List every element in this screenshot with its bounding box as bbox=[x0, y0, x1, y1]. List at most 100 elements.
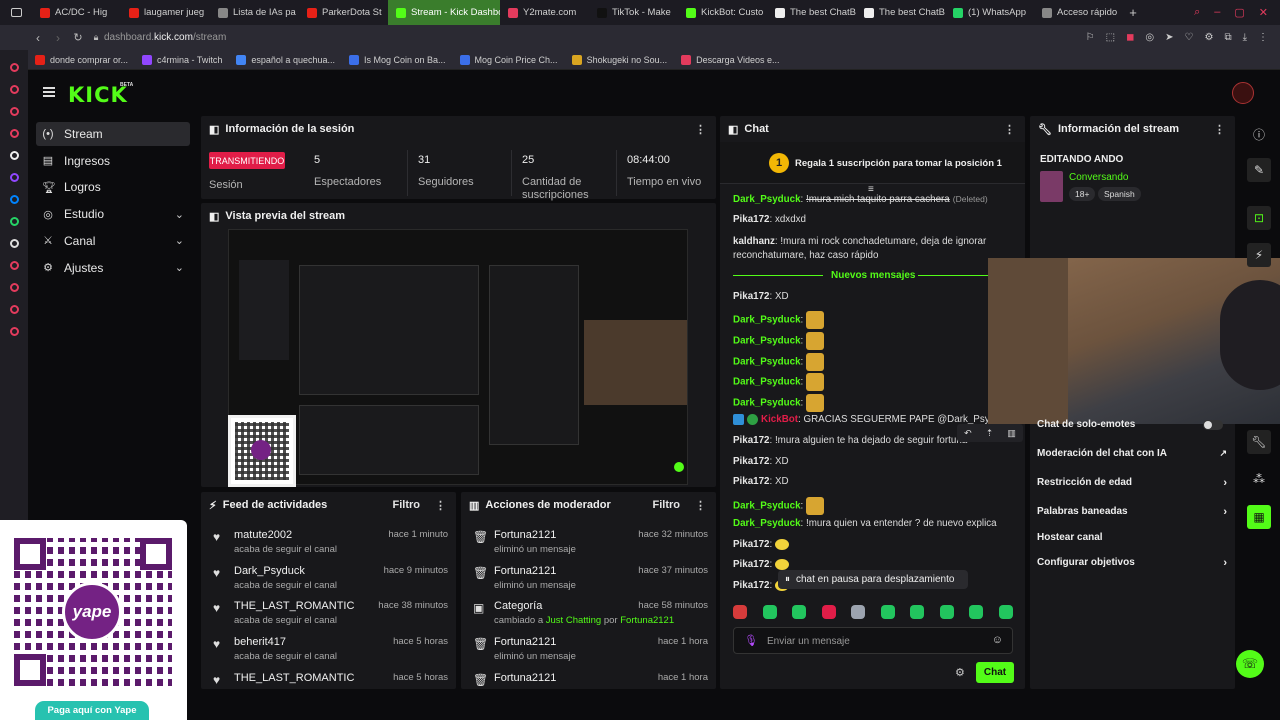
reload-icon[interactable]: ↻ bbox=[68, 31, 88, 44]
pocket-icon[interactable]: ◼ bbox=[1126, 32, 1134, 43]
bookmark-item[interactable]: Shokugeki no Sou... bbox=[565, 54, 675, 65]
chat-input[interactable]: 🎙︎ Enviar un mensaje ☺ bbox=[733, 627, 1013, 654]
stream-setting-row[interactable]: Palabras baneadas › bbox=[1037, 506, 1227, 518]
browser-tab[interactable]: AC/DC - Hig bbox=[32, 0, 121, 25]
chat-message[interactable]: Pika172: xdxdxd bbox=[733, 214, 806, 225]
chat-username[interactable]: Pika172 bbox=[733, 435, 770, 446]
sidebar-item-ingresos[interactable]: ▤ Ingresos bbox=[36, 149, 190, 173]
browser-tab[interactable]: The best ChatB bbox=[856, 0, 945, 25]
chat-username[interactable]: Pika172 bbox=[733, 291, 770, 302]
sidebar-app-icon[interactable] bbox=[9, 305, 19, 314]
sidebar-item-ajustes[interactable]: ⚙ Ajustes ⌄ bbox=[36, 256, 190, 280]
sidebar-app-icon[interactable] bbox=[9, 85, 19, 94]
chat-message[interactable]: Dark_Psyduck: bbox=[733, 311, 824, 329]
quick-emote-icon[interactable] bbox=[969, 605, 984, 619]
heart-icon[interactable]: ♡ bbox=[1185, 32, 1194, 43]
activity-user[interactable]: Dark_Psyduck bbox=[234, 565, 305, 577]
quick-emote-icon[interactable] bbox=[733, 605, 747, 619]
chat-message[interactable]: Pika172: !mura alguien te ha dejado de s… bbox=[733, 435, 967, 446]
stream-setting-row[interactable]: Restricción de edad › bbox=[1037, 477, 1227, 489]
bookmark-item[interactable]: c4rmina - Twitch bbox=[135, 54, 229, 65]
microphone-icon[interactable]: 🎙︎ bbox=[744, 634, 758, 647]
chat-message[interactable]: Pika172: XD bbox=[733, 456, 789, 467]
chat-username[interactable]: Dark_Psyduck bbox=[733, 336, 801, 347]
close-icon[interactable]: ✕ bbox=[1259, 6, 1268, 19]
sidebar-item-estudio[interactable]: ◎ Estudio ⌄ bbox=[36, 202, 190, 226]
share-tool-icon[interactable]: ⁂ bbox=[1247, 467, 1271, 491]
capture-tool-icon[interactable]: ⊡ bbox=[1247, 206, 1271, 230]
category-link[interactable]: Just Chatting bbox=[546, 615, 601, 626]
moderator-filter-button[interactable]: Filtro bbox=[653, 499, 681, 511]
bookmark-item[interactable]: Mog Coin Price Ch... bbox=[453, 54, 565, 65]
bolt-tool-icon[interactable]: ⚡︎ bbox=[1247, 243, 1271, 267]
forward-icon[interactable]: › bbox=[48, 31, 68, 45]
chat-message[interactable]: Pika172: bbox=[733, 539, 789, 550]
bookmark-item[interactable]: Is Mog Coin on Ba... bbox=[342, 54, 453, 65]
browser-tab[interactable]: ParkerDota St bbox=[299, 0, 388, 25]
quick-emote-icon[interactable] bbox=[939, 605, 954, 619]
camera-icon[interactable]: ◎ bbox=[1145, 32, 1154, 43]
browser-tab[interactable]: KickBot: Custo bbox=[678, 0, 767, 25]
extensions-icon[interactable]: ⧉ bbox=[1224, 32, 1231, 43]
bookmark-icon[interactable]: ⚐ bbox=[1086, 32, 1095, 43]
quick-emote-icon[interactable] bbox=[851, 605, 866, 619]
messenger-sidebar-icon[interactable] bbox=[9, 195, 19, 204]
send-icon[interactable]: ➤ bbox=[1165, 32, 1173, 43]
sidebar-app-icon[interactable] bbox=[9, 283, 19, 292]
chat-username[interactable]: Pika172 bbox=[733, 580, 770, 591]
activity-user[interactable]: beherit417 bbox=[234, 636, 286, 648]
sidebar-item-canal[interactable]: ⚔ Canal ⌄ bbox=[36, 229, 190, 253]
browser-tab[interactable]: laugamer jueg bbox=[121, 0, 210, 25]
chat-username[interactable]: Dark_Psyduck bbox=[733, 315, 801, 326]
browser-tab[interactable]: The best ChatB bbox=[767, 0, 856, 25]
chat-message[interactable]: Dark_Psyduck: bbox=[733, 353, 824, 371]
hamburger-menu-icon[interactable] bbox=[43, 87, 55, 97]
activity-user[interactable]: THE_LAST_ROMANTIC bbox=[234, 600, 354, 612]
chevron-down-icon[interactable]: ⌄ bbox=[175, 208, 184, 221]
chat-message[interactable]: Dark_Psyduck: bbox=[733, 332, 824, 350]
chevron-down-icon[interactable]: ⌄ bbox=[175, 234, 184, 247]
category-link[interactable]: Conversando bbox=[1069, 172, 1128, 183]
chat-username[interactable]: Pika172 bbox=[733, 559, 770, 570]
moderator-menu-icon[interactable]: ⋮ bbox=[695, 499, 706, 512]
kick-logo[interactable]: KICK bbox=[68, 83, 128, 107]
avatar[interactable] bbox=[1232, 82, 1254, 104]
download-icon[interactable]: ⤓ bbox=[1243, 32, 1247, 43]
browser-tab[interactable]: TikTok - Make bbox=[589, 0, 678, 25]
chat-message[interactable]: Dark_Psyduck: bbox=[733, 497, 824, 515]
chat-username[interactable]: Dark_Psyduck bbox=[733, 357, 801, 368]
chat-username[interactable]: Dark_Psyduck bbox=[733, 398, 801, 409]
chat-message[interactable]: Pika172: bbox=[733, 559, 789, 570]
kick-sidebar-icon[interactable] bbox=[9, 151, 19, 160]
stream-setting-row[interactable]: Moderación del chat con IA ↗ bbox=[1037, 448, 1227, 459]
quick-emote-icon[interactable] bbox=[910, 605, 925, 619]
activity-user[interactable]: THE_LAST_ROMANTIC bbox=[234, 672, 354, 684]
sidebar-item-logros[interactable]: 🏆︎ Logros bbox=[36, 175, 190, 199]
back-icon[interactable]: ‹ bbox=[28, 31, 48, 45]
browser-tab[interactable]: Lista de IAs pa bbox=[210, 0, 299, 25]
quick-emote-icon[interactable] bbox=[880, 605, 895, 619]
info-tool-icon[interactable]: ⓘ bbox=[1247, 122, 1271, 146]
edit-tool-icon[interactable]: ✎ bbox=[1247, 158, 1271, 182]
settings-icon[interactable]: ⚙ bbox=[1204, 32, 1213, 43]
chat-username[interactable]: Dark_Psyduck bbox=[733, 518, 801, 529]
chat-menu-icon[interactable]: ⋮ bbox=[1004, 123, 1015, 136]
reply-icon[interactable]: ↶ bbox=[964, 428, 972, 439]
minimize-icon[interactable]: – bbox=[1214, 6, 1220, 19]
activity-user[interactable]: matute2002 bbox=[234, 529, 292, 541]
chat-username[interactable]: Pika172 bbox=[733, 456, 770, 467]
chat-username[interactable]: Pika172 bbox=[733, 476, 770, 487]
session-menu-icon[interactable]: ⋮ bbox=[695, 123, 706, 136]
bookmark-item[interactable]: español a quechua... bbox=[229, 54, 342, 65]
chat-settings-icon[interactable]: ⚙ bbox=[955, 666, 965, 679]
quick-emote-icon[interactable] bbox=[762, 605, 777, 619]
chat-username[interactable]: Dark_Psyduck bbox=[733, 377, 801, 388]
activity-filter-button[interactable]: Filtro bbox=[393, 499, 421, 511]
chat-message[interactable]: Pika172: XD bbox=[733, 291, 789, 302]
stream-info-menu-icon[interactable]: ⋮ bbox=[1214, 123, 1225, 136]
chat-username[interactable]: Pika172 bbox=[733, 539, 770, 550]
browser-tab[interactable]: Acceso rápido bbox=[1034, 0, 1123, 25]
chat-message[interactable]: Pika172: XD bbox=[733, 476, 789, 487]
activity-menu-icon[interactable]: ⋮ bbox=[435, 499, 446, 512]
chat-message[interactable]: Dark_Psyduck: bbox=[733, 373, 824, 391]
